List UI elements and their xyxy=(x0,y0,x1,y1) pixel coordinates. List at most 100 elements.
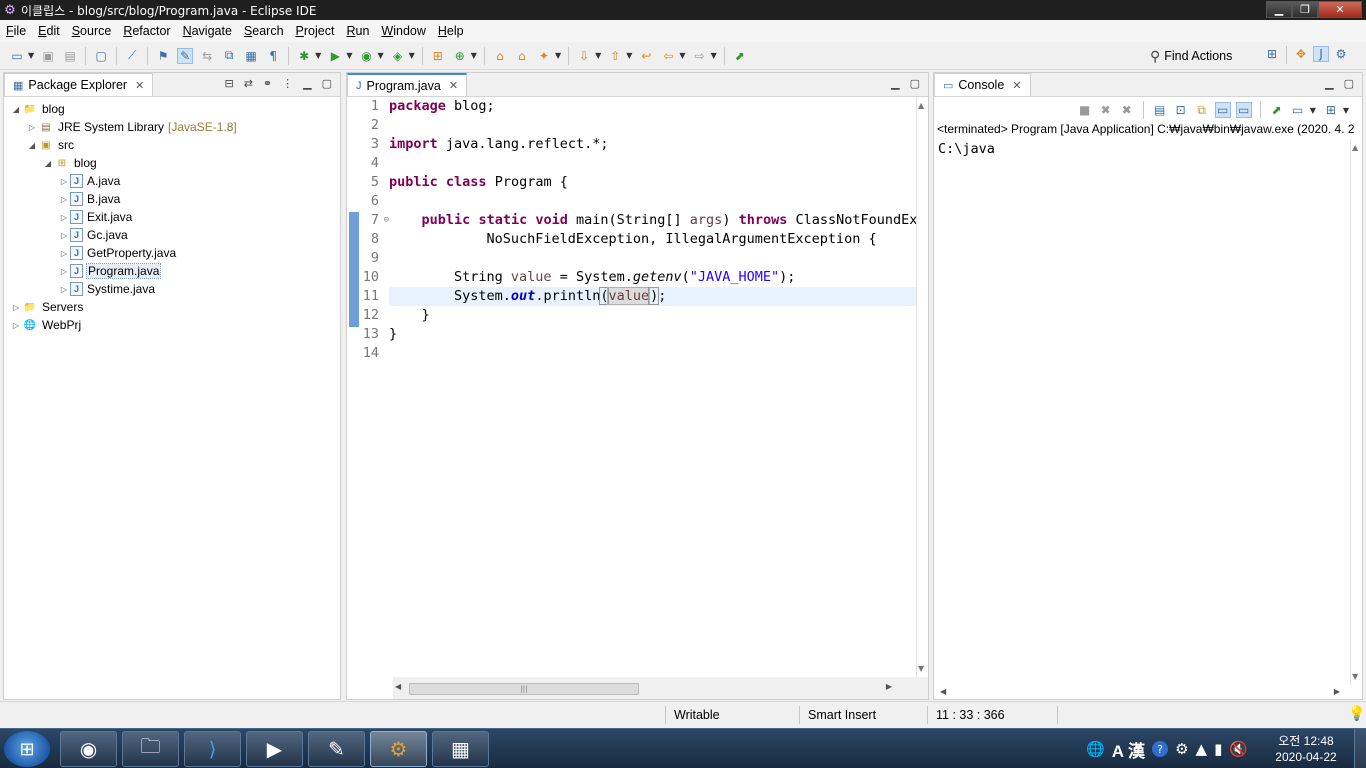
forward-dropdown-icon[interactable]: ▼ xyxy=(711,51,717,60)
scroll-left-icon[interactable]: ◀ xyxy=(940,687,946,696)
menu-search[interactable]: Search xyxy=(238,24,290,38)
taskbar-app[interactable]: ▶ xyxy=(246,731,303,767)
close-icon[interactable]: ✕ xyxy=(135,79,144,92)
tree-item-file[interactable]: ▷ J B.java xyxy=(4,190,340,208)
collapse-all-icon[interactable]: ⊟ xyxy=(224,77,233,90)
menu-source[interactable]: Source xyxy=(66,24,118,38)
minimize-icon[interactable]: ▁ xyxy=(303,77,311,90)
tab-program-java[interactable]: J Program.java ✕ xyxy=(347,73,468,96)
terminate-icon[interactable]: ■ xyxy=(1077,102,1093,118)
filter-icon[interactable]: ⚭ xyxy=(263,77,272,90)
power-icon[interactable]: ▮ xyxy=(1214,740,1222,758)
show-source-icon[interactable]: ▦ xyxy=(243,48,259,64)
taskbar-explorer[interactable]: 🗀 xyxy=(122,731,179,767)
taskbar-notepad[interactable]: ✎ xyxy=(308,731,365,767)
code-area[interactable]: package blog; import java.lang.reflect.*… xyxy=(389,97,916,677)
tree-item-webprj[interactable]: ▷ 🌐 WebPrj xyxy=(4,316,340,334)
scroll-thumb[interactable]: ||| xyxy=(409,683,639,695)
minimize-icon[interactable]: ▁ xyxy=(891,77,899,90)
scroll-up-icon[interactable]: ▲ xyxy=(1352,143,1358,152)
search-dropdown-icon[interactable]: ▼ xyxy=(555,51,561,60)
external-tools-icon[interactable]: ◈ xyxy=(390,48,406,64)
tray-options-icon[interactable]: ⚙ xyxy=(1175,740,1188,758)
prev-annotation-dropdown-icon[interactable]: ▼ xyxy=(626,51,632,60)
menu-window[interactable]: Window xyxy=(375,24,431,38)
expand-arrow-icon[interactable]: ▷ xyxy=(58,285,70,294)
expand-arrow-icon[interactable]: ▷ xyxy=(58,177,70,186)
open-type-icon[interactable]: ⚑ xyxy=(155,48,171,64)
scroll-right-icon[interactable]: ▶ xyxy=(1334,687,1340,696)
scroll-down-icon[interactable]: ▼ xyxy=(1352,672,1358,681)
coverage-icon[interactable]: ◉ xyxy=(358,48,374,64)
expand-arrow-icon[interactable]: ▷ xyxy=(58,267,70,276)
back-dropdown-icon[interactable]: ▼ xyxy=(679,51,685,60)
search-flashlight-icon[interactable]: ✦ xyxy=(536,48,552,64)
show-on-stderr-icon[interactable]: ▭ xyxy=(1235,102,1252,118)
back-icon[interactable]: ⇦ xyxy=(660,48,676,64)
display-console-dropdown-icon[interactable]: ▼ xyxy=(1310,106,1316,115)
collapse-arrow-icon[interactable]: ◢ xyxy=(26,141,38,150)
minimize-icon[interactable]: ▁ xyxy=(1325,77,1333,90)
collapse-arrow-icon[interactable]: ◢ xyxy=(10,105,22,114)
clock[interactable]: 오전 12:48 2020-04-22 xyxy=(1266,733,1346,765)
ime-indicator[interactable]: A 漢 xyxy=(1112,737,1145,762)
maximize-icon[interactable]: ▢ xyxy=(910,77,920,90)
close-icon[interactable]: ✕ xyxy=(1012,79,1021,92)
menu-run[interactable]: Run xyxy=(340,24,375,38)
tab-console[interactable]: ▭ Console ✕ xyxy=(934,73,1031,96)
menu-help[interactable]: Help xyxy=(432,24,470,38)
tree-item-file[interactable]: ▷ J Gc.java xyxy=(4,226,340,244)
tree-item-file[interactable]: ▷ J GetProperty.java xyxy=(4,244,340,262)
close-icon[interactable]: ✕ xyxy=(449,79,458,92)
new-icon[interactable]: ▭ xyxy=(9,48,25,64)
tab-package-explorer[interactable]: ▦ Package Explorer ✕ xyxy=(4,73,154,96)
tree-item-package-blog[interactable]: ◢ ⊞ blog xyxy=(4,154,340,172)
mark-occurrences-icon[interactable]: ✎ xyxy=(177,47,194,64)
open-console-dropdown-icon[interactable]: ▼ xyxy=(1343,106,1349,115)
tree-item-file-selected[interactable]: ▷ J Program.java xyxy=(4,262,340,280)
console-view-icon[interactable]: ▢ xyxy=(93,48,109,64)
tree-item-src[interactable]: ◢ ▣ src xyxy=(4,136,340,154)
coverage-dropdown-icon[interactable]: ▼ xyxy=(377,51,383,60)
skip-breakpoints-icon[interactable]: ⟋ xyxy=(124,48,140,64)
tree-item-project-blog[interactable]: ◢ 📁 blog xyxy=(4,100,340,118)
clear-console-icon[interactable]: ▤ xyxy=(1152,102,1168,118)
next-annotation-dropdown-icon[interactable]: ▼ xyxy=(595,51,601,60)
run-icon[interactable]: ▶ xyxy=(327,48,343,64)
taskbar-vscode[interactable]: ⟩ xyxy=(184,731,241,767)
display-console-icon[interactable]: ▭ xyxy=(1290,102,1306,118)
lightbulb-icon[interactable]: 💡 xyxy=(1348,705,1365,722)
remove-all-icon[interactable]: ✖ xyxy=(1119,102,1135,118)
expand-arrow-icon[interactable]: ▷ xyxy=(10,303,22,312)
word-wrap-icon[interactable]: ⧉ xyxy=(1194,102,1210,118)
show-on-stdout-icon[interactable]: ▭ xyxy=(1214,102,1231,118)
expand-arrow-icon[interactable]: ▷ xyxy=(58,213,70,222)
show-desktop-button[interactable] xyxy=(1354,729,1366,768)
scroll-up-icon[interactable]: ▲ xyxy=(918,101,924,110)
save-icon[interactable]: ▣ xyxy=(40,48,56,64)
expand-arrow-icon[interactable]: ▷ xyxy=(58,231,70,240)
new-class-icon[interactable]: ⊕ xyxy=(452,48,468,64)
new-class-dropdown-icon[interactable]: ▼ xyxy=(471,51,477,60)
show-whitespace-icon[interactable]: ¶ xyxy=(265,48,281,64)
minimize-button[interactable]: ▁ xyxy=(1266,1,1292,18)
editor-vertical-scrollbar[interactable]: ▲ ▼ xyxy=(916,97,928,677)
view-menu-icon[interactable]: ⋮ xyxy=(282,77,293,90)
maximize-icon[interactable]: ▢ xyxy=(322,77,332,90)
remove-launch-icon[interactable]: ✖ xyxy=(1098,102,1114,118)
menu-navigate[interactable]: Navigate xyxy=(177,24,238,38)
new-dropdown-icon[interactable]: ▼ xyxy=(28,51,34,60)
scroll-left-icon[interactable]: ◀ xyxy=(395,682,401,691)
run-dropdown-icon[interactable]: ▼ xyxy=(346,51,352,60)
volume-icon[interactable]: 🔇 xyxy=(1229,740,1248,758)
tree-item-jre[interactable]: ▷ ▤ JRE System Library [JavaSE-1.8] xyxy=(4,118,340,136)
show-hidden-icons-icon[interactable]: ▲ xyxy=(1196,740,1208,758)
block-selection-icon[interactable]: ⇆ xyxy=(199,48,215,64)
scroll-right-icon[interactable]: ▶ xyxy=(886,682,892,691)
next-annotation-icon[interactable]: ⇩ xyxy=(576,48,592,64)
external-tools-dropdown-icon[interactable]: ▼ xyxy=(409,51,415,60)
prev-annotation-icon[interactable]: ⇧ xyxy=(607,48,623,64)
editor-body[interactable]: 1 2 3 4 5 6 7 ⊖ 8 9 10 11 12 13 14 packag… xyxy=(347,97,928,699)
console-vertical-scrollbar[interactable]: ▲ ▼ xyxy=(1350,139,1362,685)
open-console-icon[interactable]: ⊞ xyxy=(1323,102,1339,118)
